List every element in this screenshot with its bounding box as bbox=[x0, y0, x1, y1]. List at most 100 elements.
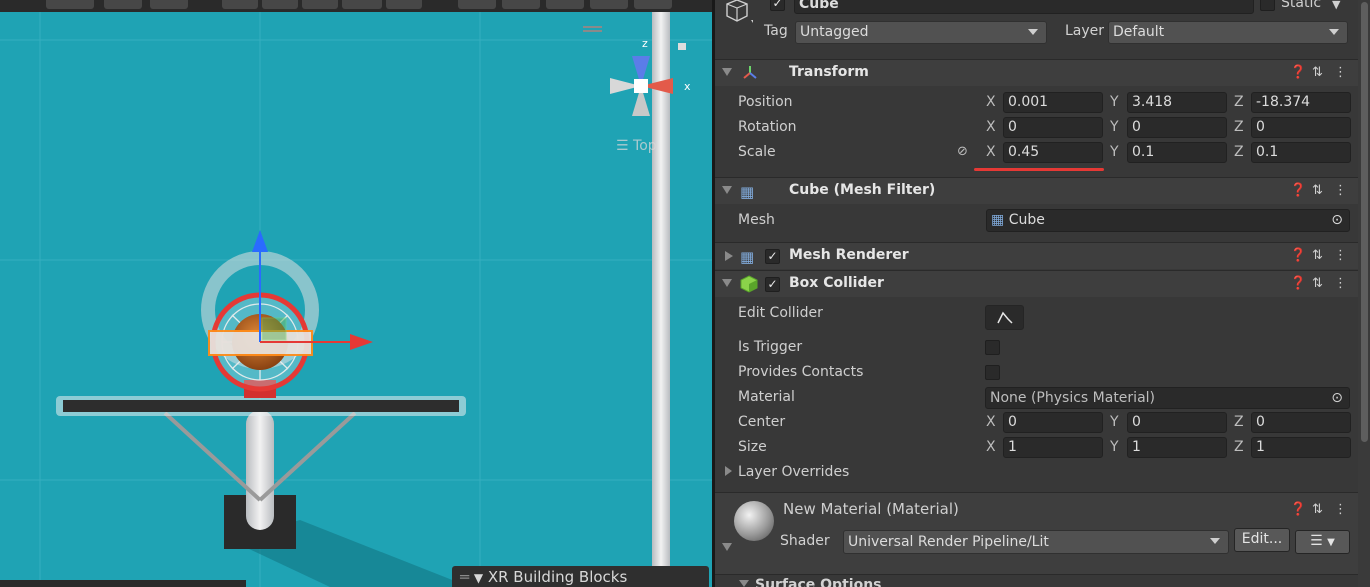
edit-shader-button[interactable]: Edit... bbox=[1234, 528, 1290, 552]
foldout-arrow-icon[interactable] bbox=[722, 543, 732, 551]
toolbar-button[interactable] bbox=[222, 0, 258, 9]
scale-x-field[interactable]: 0.45 bbox=[1003, 142, 1103, 163]
rotation-z-field[interactable]: 0 bbox=[1251, 117, 1351, 138]
x-arrow-handle[interactable] bbox=[350, 334, 373, 350]
side-pole bbox=[652, 12, 670, 587]
scene-bottom-bar bbox=[0, 580, 246, 587]
inspector-scrollbar[interactable] bbox=[1358, 0, 1370, 587]
foldout-arrow-icon[interactable] bbox=[722, 68, 732, 76]
preset-icon[interactable]: ⇅ bbox=[1312, 65, 1323, 80]
object-picker-icon[interactable]: ⊙ bbox=[1331, 210, 1343, 231]
mesh-value: Cube bbox=[1008, 212, 1045, 228]
scene-canvas[interactable]: z x bbox=[0, 0, 712, 587]
foldout-arrow-icon[interactable] bbox=[722, 186, 732, 194]
toolbar-button[interactable] bbox=[634, 0, 672, 9]
toolbar-button[interactable] bbox=[104, 0, 142, 9]
preset-icon[interactable]: ⇅ bbox=[1312, 276, 1323, 291]
toolbar-button[interactable] bbox=[546, 0, 584, 9]
position-z-field[interactable]: -18.374 bbox=[1251, 92, 1351, 113]
box-collider-enabled-checkbox[interactable]: ✓ bbox=[765, 277, 780, 292]
provides-contacts-checkbox[interactable] bbox=[985, 365, 1000, 380]
help-icon[interactable]: ❓ bbox=[1290, 183, 1306, 198]
axis-y-label: Y bbox=[1110, 94, 1119, 110]
unlink-icon[interactable]: ⊘ bbox=[957, 144, 968, 159]
layer-dropdown[interactable]: Default bbox=[1108, 21, 1348, 44]
rotation-y-field[interactable]: 0 bbox=[1127, 117, 1227, 138]
axis-x-label: X bbox=[986, 144, 996, 160]
toolbar-button[interactable] bbox=[590, 0, 628, 9]
scale-y-field[interactable]: 0.1 bbox=[1127, 142, 1227, 163]
toolbar-button[interactable] bbox=[502, 0, 540, 9]
mesh-renderer-enabled-checkbox[interactable]: ✓ bbox=[765, 249, 780, 264]
box-collider-icon bbox=[740, 275, 758, 297]
xr-building-blocks-tab[interactable]: ═ ▼ XR Building Blocks bbox=[452, 566, 709, 587]
active-checkbox[interactable]: ✓ bbox=[770, 0, 785, 11]
physics-material-field[interactable]: None (Physics Material) ⊙ bbox=[985, 387, 1350, 409]
foldout-arrow-icon[interactable] bbox=[739, 580, 749, 587]
axis-z-label: Z bbox=[1234, 119, 1244, 135]
help-icon[interactable]: ❓ bbox=[1290, 276, 1306, 291]
box-collider-header[interactable]: ✓ Box Collider ❓ ⇅ ⋮ bbox=[715, 270, 1370, 297]
chevron-down-icon[interactable]: ▼ bbox=[474, 571, 483, 585]
mesh-renderer-title: Mesh Renderer bbox=[789, 247, 909, 263]
drag-handle-icon[interactable]: ═ bbox=[460, 568, 469, 586]
scrollbar-thumb[interactable] bbox=[1361, 2, 1368, 442]
object-name-input[interactable]: Cube bbox=[794, 0, 1254, 14]
component-header-icons: ❓ ⇅ ⋮ bbox=[1290, 276, 1350, 292]
y-arrow-handle[interactable] bbox=[252, 230, 268, 252]
position-y-field[interactable]: 3.418 bbox=[1127, 92, 1227, 113]
size-y-field[interactable]: 1 bbox=[1127, 437, 1227, 458]
toolbar-button[interactable] bbox=[302, 0, 338, 9]
foldout-arrow-icon[interactable] bbox=[725, 251, 733, 261]
scene-view[interactable]: z x ☰ Top ═ ▼ XR Building Blocks bbox=[0, 0, 712, 587]
toolbar-button[interactable] bbox=[262, 0, 298, 9]
toolbar-button[interactable] bbox=[46, 0, 94, 9]
edit-collider-label: Edit Collider bbox=[738, 305, 823, 321]
toolbar-button[interactable] bbox=[458, 0, 496, 9]
help-icon[interactable]: ❓ bbox=[1290, 65, 1306, 80]
surface-options-foldout[interactable]: Surface Options bbox=[715, 574, 1370, 587]
xr-building-blocks-label: XR Building Blocks bbox=[487, 568, 628, 586]
center-y-field[interactable]: 0 bbox=[1127, 412, 1227, 433]
tag-dropdown[interactable]: Untagged bbox=[795, 21, 1047, 44]
preset-icon[interactable]: ⇅ bbox=[1312, 502, 1323, 517]
shader-dropdown[interactable]: Universal Render Pipeline/Lit bbox=[843, 530, 1229, 554]
static-checkbox[interactable] bbox=[1260, 0, 1275, 11]
toolbar-button[interactable] bbox=[342, 0, 382, 9]
help-icon[interactable]: ❓ bbox=[1290, 502, 1306, 517]
shader-label: Shader bbox=[780, 533, 830, 549]
object-picker-icon[interactable]: ⊙ bbox=[1331, 388, 1343, 408]
orientation-label[interactable]: ☰ Top bbox=[616, 138, 657, 154]
toolbar-button[interactable] bbox=[150, 0, 188, 9]
rotation-x-field[interactable]: 0 bbox=[1003, 117, 1103, 138]
mesh-renderer-header[interactable]: ▦ ✓ Mesh Renderer ❓ ⇅ ⋮ bbox=[715, 242, 1370, 269]
kebab-menu-icon[interactable]: ⋮ bbox=[1334, 502, 1347, 517]
position-x-field[interactable]: 0.001 bbox=[1003, 92, 1103, 113]
shader-options-button[interactable]: ☰ ▼ bbox=[1295, 530, 1350, 554]
kebab-menu-icon[interactable]: ⋮ bbox=[1334, 183, 1347, 198]
foldout-arrow-icon[interactable] bbox=[725, 466, 732, 476]
mesh-filter-header[interactable]: ▦ Cube (Mesh Filter) ❓ ⇅ ⋮ bbox=[715, 177, 1370, 204]
toolbar-button[interactable] bbox=[386, 0, 422, 9]
foldout-arrow-icon[interactable] bbox=[722, 279, 732, 287]
scale-z-field[interactable]: 0.1 bbox=[1251, 142, 1351, 163]
preset-icon[interactable]: ⇅ bbox=[1312, 248, 1323, 263]
kebab-menu-icon[interactable]: ⋮ bbox=[1334, 248, 1347, 263]
plane-handle[interactable] bbox=[261, 317, 287, 341]
edit-collider-button[interactable] bbox=[985, 305, 1024, 330]
kebab-menu-icon[interactable]: ⋮ bbox=[1334, 65, 1347, 80]
size-z-field[interactable]: 1 bbox=[1251, 437, 1351, 458]
center-x-field[interactable]: 0 bbox=[1003, 412, 1103, 433]
size-x-field[interactable]: 1 bbox=[1003, 437, 1103, 458]
static-dropdown-arrow[interactable]: ▼ bbox=[1332, 0, 1340, 11]
layer-overrides-label[interactable]: Layer Overrides bbox=[738, 464, 849, 480]
tag-value: Untagged bbox=[800, 24, 869, 40]
preset-icon[interactable]: ⇅ bbox=[1312, 183, 1323, 198]
mesh-object-field[interactable]: ▦ Cube ⊙ bbox=[986, 209, 1350, 232]
center-z-field[interactable]: 0 bbox=[1251, 412, 1351, 433]
help-icon[interactable]: ❓ bbox=[1290, 248, 1306, 263]
transform-header[interactable]: Transform ❓ ⇅ ⋮ bbox=[715, 59, 1370, 86]
kebab-menu-icon[interactable]: ⋮ bbox=[1334, 276, 1347, 291]
is-trigger-checkbox[interactable] bbox=[985, 340, 1000, 355]
hamburger-icon bbox=[583, 26, 602, 32]
